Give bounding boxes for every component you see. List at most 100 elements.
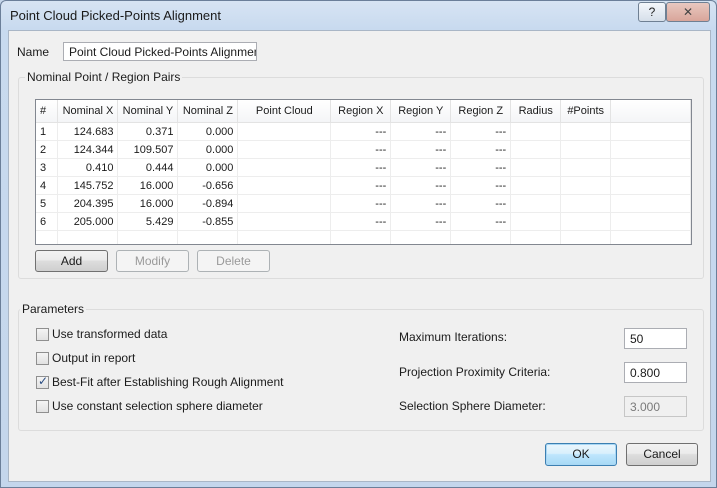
- table-cell: ---: [390, 194, 452, 213]
- table-cell-filler: [610, 158, 691, 177]
- table-cell: ---: [450, 158, 512, 177]
- add-button[interactable]: Add: [35, 250, 108, 272]
- table-cell: [610, 230, 691, 244]
- parameters-title: Parameters: [20, 302, 87, 316]
- table-cell: [560, 158, 612, 177]
- table-cell: 204.395: [57, 194, 119, 213]
- pairs-table[interactable]: # Nominal X Nominal Y Nominal Z Point Cl…: [35, 99, 692, 245]
- table-cell: ---: [330, 158, 392, 177]
- table-cell: 0.444: [117, 158, 179, 177]
- table-cell: ---: [450, 194, 512, 213]
- checkbox[interactable]: [36, 328, 49, 341]
- title-bar: Point Cloud Picked-Points Alignment ? ✕: [1, 1, 716, 29]
- table-cell: ---: [450, 176, 512, 195]
- checkbox-label: Use constant selection sphere diameter: [52, 399, 263, 413]
- table-cell: 205.000: [57, 212, 119, 231]
- table-cell: ---: [330, 212, 392, 231]
- table-cell: ---: [450, 212, 512, 231]
- table-cell: [330, 230, 392, 244]
- table-cell: ---: [330, 122, 392, 141]
- table-cell: [57, 230, 119, 244]
- table-cell: [560, 140, 612, 159]
- table-cell: [117, 230, 179, 244]
- checkbox-label: Best-Fit after Establishing Rough Alignm…: [52, 375, 284, 389]
- table-cell: -0.855: [177, 212, 239, 231]
- delete-button[interactable]: Delete: [197, 250, 270, 272]
- col-header-radius[interactable]: Radius: [510, 100, 562, 123]
- name-label: Name: [17, 45, 50, 59]
- col-header-point-cloud[interactable]: Point Cloud: [237, 100, 332, 123]
- projection-input[interactable]: 0.800: [624, 362, 687, 383]
- dialog-window: Point Cloud Picked-Points Alignment ? ✕ …: [0, 0, 717, 488]
- table-row[interactable]: 5 204.395 16.000 -0.894 --- --- ---: [36, 194, 691, 213]
- table-cell: 1: [36, 122, 59, 141]
- table-cell: 0.000: [177, 122, 239, 141]
- table-cell: -0.656: [177, 176, 239, 195]
- table-cell: [237, 176, 332, 195]
- table-cell: 5: [36, 194, 59, 213]
- col-header-region-z[interactable]: Region Z: [450, 100, 512, 123]
- col-header-nominal-x[interactable]: Nominal X: [57, 100, 119, 123]
- table-cell: 0.000: [177, 158, 239, 177]
- table-cell: [237, 140, 332, 159]
- checkbox[interactable]: [36, 400, 49, 413]
- checkbox-label: Use transformed data: [52, 327, 168, 341]
- table-row-empty: [36, 230, 691, 244]
- table-cell: [237, 122, 332, 141]
- table-cell: [510, 212, 562, 231]
- table-cell: ---: [450, 122, 512, 141]
- max-iterations-input[interactable]: 50: [624, 328, 687, 349]
- table-cell: ---: [390, 122, 452, 141]
- table-cell: [510, 176, 562, 195]
- table-cell: [510, 122, 562, 141]
- col-header-nominal-y[interactable]: Nominal Y: [117, 100, 179, 123]
- col-header-nominal-z[interactable]: Nominal Z: [177, 100, 239, 123]
- checkbox-label: Output in report: [52, 351, 136, 365]
- projection-label: Projection Proximity Criteria:: [399, 365, 551, 379]
- table-cell: [510, 158, 562, 177]
- table-header-row: # Nominal X Nominal Y Nominal Z Point Cl…: [36, 100, 691, 123]
- table-cell: 4: [36, 176, 59, 195]
- table-row[interactable]: 3 0.410 0.444 0.000 --- --- ---: [36, 158, 691, 177]
- table-row[interactable]: 6 205.000 5.429 -0.855 --- --- ---: [36, 212, 691, 231]
- table-cell: ---: [390, 140, 452, 159]
- close-button[interactable]: ✕: [666, 2, 710, 22]
- table-cell: 0.000: [177, 140, 239, 159]
- table-cell: [450, 230, 512, 244]
- table-cell: ---: [390, 212, 452, 231]
- table-cell-filler: [610, 194, 691, 213]
- table-cell: ---: [330, 140, 392, 159]
- table-row[interactable]: 2 124.344 109.507 0.000 --- --- ---: [36, 140, 691, 159]
- table-cell: ---: [390, 158, 452, 177]
- table-cell: [510, 230, 562, 244]
- table-cell: [237, 194, 332, 213]
- help-button[interactable]: ?: [638, 2, 666, 22]
- sphere-diameter-input[interactable]: 3.000: [624, 396, 687, 417]
- ok-button[interactable]: OK: [545, 443, 617, 466]
- checkbox[interactable]: ✓: [36, 374, 49, 389]
- col-header-region-y[interactable]: Region Y: [390, 100, 452, 123]
- table-cell-filler: [610, 176, 691, 195]
- table-cell: 16.000: [117, 176, 179, 195]
- table-row[interactable]: 1 124.683 0.371 0.000 --- --- ---: [36, 122, 691, 141]
- name-input[interactable]: Point Cloud Picked-Points Alignment 1: [63, 42, 257, 61]
- table-cell: 5.429: [117, 212, 179, 231]
- table-cell: [390, 230, 452, 244]
- cancel-button[interactable]: Cancel: [626, 443, 698, 466]
- modify-button[interactable]: Modify: [116, 250, 189, 272]
- table-cell: ---: [450, 140, 512, 159]
- checkbox[interactable]: [36, 352, 49, 365]
- col-header-region-x[interactable]: Region X: [330, 100, 392, 123]
- table-cell: [560, 230, 612, 244]
- sphere-diameter-label: Selection Sphere Diameter:: [399, 399, 546, 413]
- table-cell: 16.000: [117, 194, 179, 213]
- table-row[interactable]: 4 145.752 16.000 -0.656 --- --- ---: [36, 176, 691, 195]
- table-cell: [237, 158, 332, 177]
- col-header-points[interactable]: #Points: [560, 100, 612, 123]
- col-header-index[interactable]: #: [36, 100, 59, 123]
- table-cell: [177, 230, 239, 244]
- table-cell: [237, 230, 332, 244]
- table-cell: 145.752: [57, 176, 119, 195]
- window-title: Point Cloud Picked-Points Alignment: [10, 8, 222, 23]
- table-cell: 124.683: [57, 122, 119, 141]
